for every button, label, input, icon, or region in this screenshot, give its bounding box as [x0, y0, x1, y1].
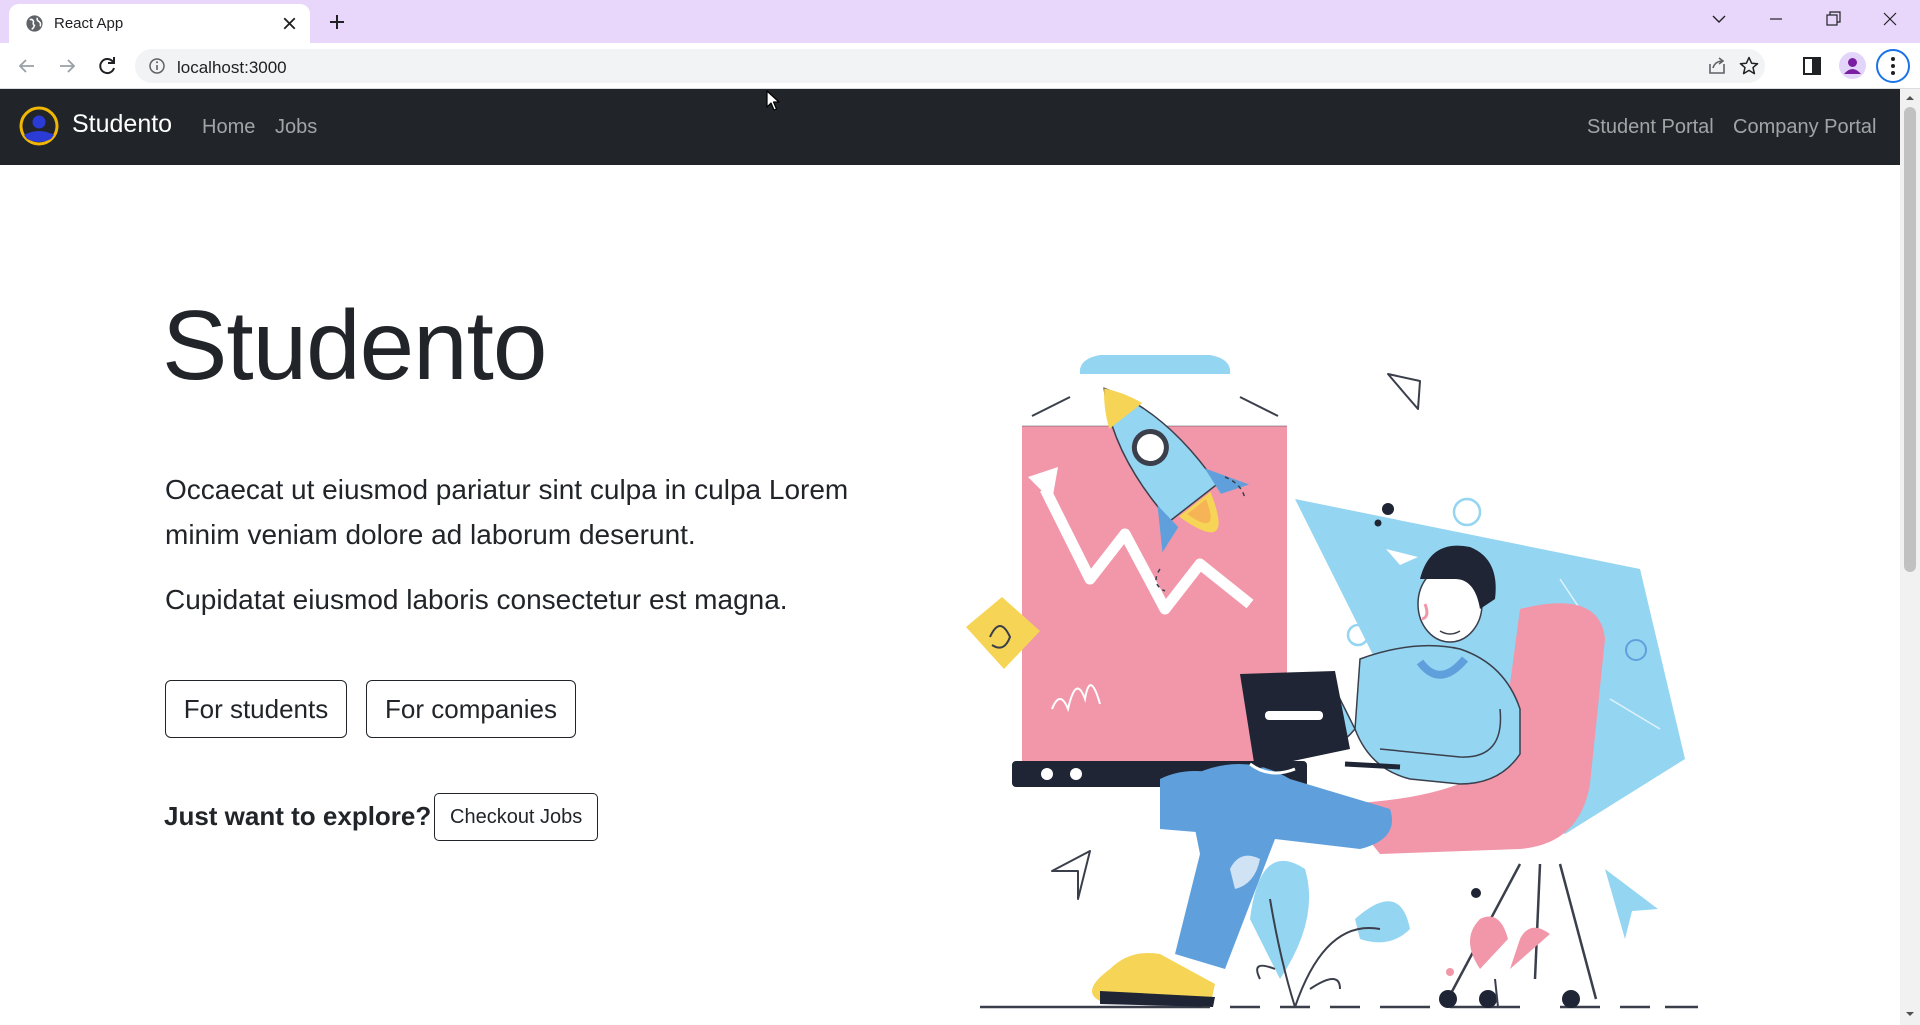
- minimize-icon: [1770, 18, 1782, 20]
- close-icon[interactable]: [279, 13, 300, 34]
- nav-link-company-portal[interactable]: Company Portal: [1733, 116, 1876, 139]
- restore-button[interactable]: [1811, 4, 1855, 34]
- more-icon: [1891, 57, 1895, 75]
- nav-link-student-portal[interactable]: Student Portal: [1587, 116, 1714, 139]
- plus-icon[interactable]: [325, 10, 349, 34]
- browser-toolbar: localhost:3000: [0, 43, 1920, 89]
- scroll-down-icon[interactable]: [1905, 1009, 1915, 1019]
- explore-label: Just want to explore?: [164, 801, 432, 831]
- page-scrollbar[interactable]: [1900, 89, 1920, 1025]
- globe-icon: [26, 15, 43, 32]
- side-panel-icon[interactable]: [1799, 53, 1825, 79]
- chevron-down-icon: [1712, 15, 1726, 23]
- nav-link-home[interactable]: Home: [202, 116, 255, 139]
- star-icon[interactable]: [1738, 55, 1760, 77]
- forward-arrow-icon[interactable]: [53, 52, 81, 80]
- hero-illustration: [966, 355, 1698, 1009]
- reload-icon[interactable]: [93, 52, 121, 80]
- browser-tab[interactable]: React App: [9, 4, 310, 43]
- profile-icon: [1844, 58, 1861, 74]
- hero-paragraph-2: Cupidatat eiusmod laboris consectetur es…: [165, 584, 788, 615]
- brand-name[interactable]: Studento: [72, 110, 172, 139]
- tab-title: React App: [54, 15, 124, 32]
- nav-link-jobs[interactable]: Jobs: [275, 116, 317, 139]
- site-navbar: Studento Home Jobs Student Portal Compan…: [0, 89, 1900, 165]
- share-icon[interactable]: [1706, 55, 1728, 77]
- hero-paragraph-1: Occaecat ut eiusmod pariatur sint culpa …: [165, 474, 849, 550]
- cursor-icon: [766, 90, 780, 111]
- checkout-jobs-button[interactable]: Checkout Jobs: [434, 793, 599, 841]
- page-viewport: Studento Home Jobs Student Portal Compan…: [0, 89, 1900, 1025]
- address-bar[interactable]: localhost:3000: [135, 49, 1765, 83]
- minimize-button[interactable]: [1754, 4, 1798, 34]
- info-icon[interactable]: [148, 57, 166, 75]
- back-arrow-icon[interactable]: [13, 52, 41, 80]
- close-icon: [1883, 12, 1897, 26]
- browser-menu-button[interactable]: [1876, 49, 1910, 83]
- browser-tabstrip: React App: [0, 0, 1920, 43]
- logo-icon[interactable]: [18, 105, 60, 147]
- profile-avatar[interactable]: [1839, 52, 1866, 79]
- scroll-thumb[interactable]: [1904, 107, 1916, 572]
- scroll-up-icon[interactable]: [1905, 93, 1915, 103]
- for-students-button[interactable]: For students: [165, 680, 347, 738]
- url-text[interactable]: localhost:3000: [177, 58, 287, 78]
- for-companies-button[interactable]: For companies: [366, 680, 576, 738]
- restore-icon: [1826, 11, 1841, 26]
- tab-search-button[interactable]: [1697, 4, 1741, 34]
- close-window-button[interactable]: [1868, 4, 1912, 34]
- hero-title: Studento: [162, 290, 547, 400]
